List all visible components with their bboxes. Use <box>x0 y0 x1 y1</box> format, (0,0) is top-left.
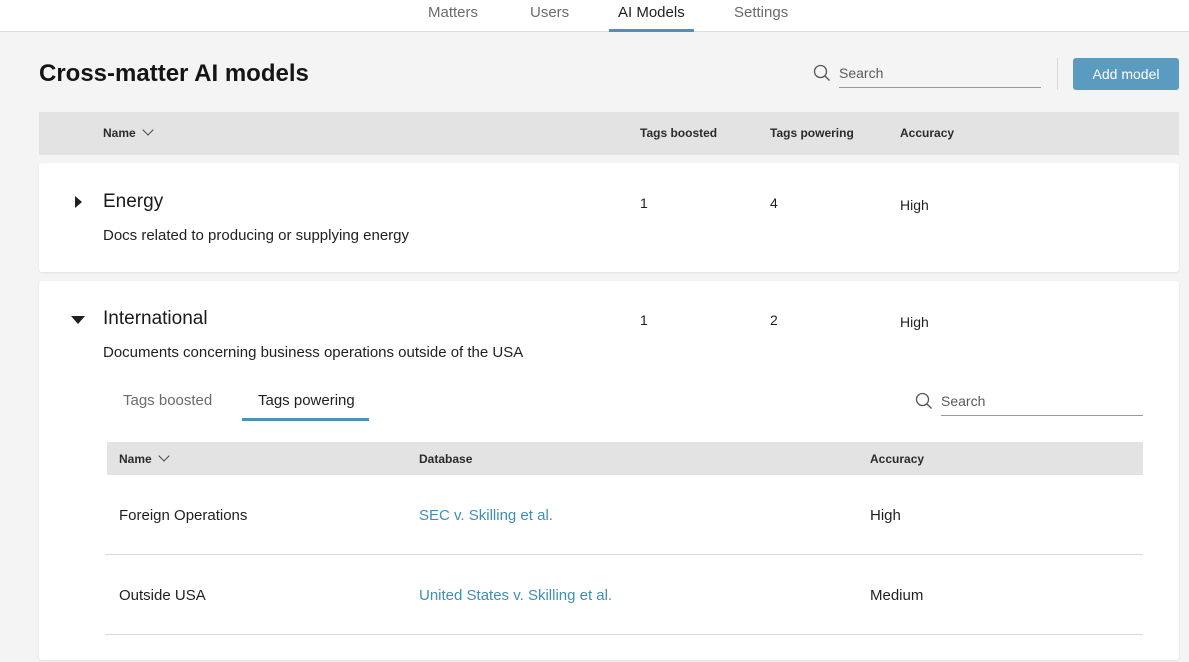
inner-column-name-sort[interactable]: Name <box>119 450 170 466</box>
header-divider <box>1057 58 1058 90</box>
model-name: International <box>103 308 208 329</box>
column-accuracy: Accuracy <box>900 126 955 140</box>
model-accuracy: High <box>900 314 929 330</box>
tag-name: Foreign Operations <box>119 507 248 524</box>
model-tags-boosted: 1 <box>640 195 648 211</box>
tag-name: Outside USA <box>119 587 206 604</box>
search-field <box>813 60 1041 88</box>
search-icon <box>813 64 830 81</box>
tab-ai-models[interactable]: AI Models <box>609 0 694 32</box>
tags-search-input[interactable] <box>941 388 1143 414</box>
tag-accuracy: High <box>870 507 901 524</box>
add-model-button[interactable]: Add model <box>1073 58 1179 90</box>
models-table-header: Name Tags boosted Tags powering Accuracy <box>39 112 1179 155</box>
column-name-sort[interactable]: Name <box>103 124 154 140</box>
model-card-energy: Energy Docs related to producing or supp… <box>39 163 1179 272</box>
inner-column-accuracy: Accuracy <box>870 452 925 466</box>
tags-search-field <box>915 388 1143 416</box>
subtab-tags-boosted[interactable]: Tags boosted <box>123 392 212 409</box>
model-card-international: International Documents concerning busin… <box>39 281 1179 660</box>
active-subtab-indicator <box>242 418 369 421</box>
model-accuracy: High <box>900 197 929 213</box>
model-tags-boosted: 1 <box>640 312 648 328</box>
tab-matters[interactable]: Matters <box>428 0 478 32</box>
model-description: Docs related to producing or supplying e… <box>103 227 410 244</box>
column-name-label: Name <box>103 126 136 140</box>
model-description: Documents concerning business operations… <box>103 344 524 361</box>
database-link[interactable]: United States v. Skilling et al. <box>419 587 612 604</box>
search-input[interactable] <box>839 60 1041 86</box>
top-nav: Matters Users AI Models Settings <box>0 0 1189 32</box>
expand-caret-icon[interactable] <box>75 196 82 208</box>
table-row: Foreign Operations SEC v. Skilling et al… <box>105 475 1143 555</box>
model-tags-powering: 4 <box>770 195 778 211</box>
page-title: Cross-matter AI models <box>39 60 309 87</box>
subtab-tags-powering[interactable]: Tags powering <box>258 392 355 409</box>
chevron-down-icon <box>158 450 170 462</box>
model-name: Energy <box>103 191 164 212</box>
inner-column-name-label: Name <box>119 452 152 466</box>
column-tags-boosted: Tags boosted <box>640 126 718 140</box>
model-tags-powering: 2 <box>770 312 778 328</box>
search-icon <box>915 392 932 409</box>
inner-column-database: Database <box>419 452 473 466</box>
tab-users[interactable]: Users <box>530 0 569 32</box>
chevron-down-icon <box>142 124 154 136</box>
column-tags-powering: Tags powering <box>770 126 854 140</box>
database-link[interactable]: SEC v. Skilling et al. <box>419 507 553 524</box>
table-row: Outside USA United States v. Skilling et… <box>105 555 1143 635</box>
tags-table-header: Name Database Accuracy <box>107 442 1143 475</box>
collapse-caret-icon[interactable] <box>71 316 85 324</box>
tag-accuracy: Medium <box>870 587 924 604</box>
tab-settings[interactable]: Settings <box>734 0 788 32</box>
